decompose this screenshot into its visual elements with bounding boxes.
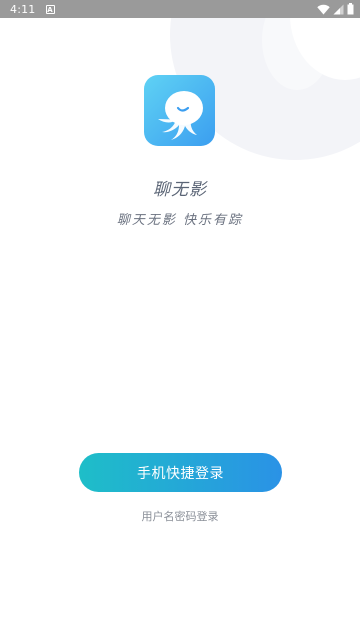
- battery-icon: [347, 3, 354, 15]
- username-password-login-link[interactable]: 用户名密码登录: [0, 508, 360, 524]
- app-name: 聊无影: [153, 180, 207, 200]
- notification-icon: A: [45, 4, 55, 14]
- status-bar: 4:11 A: [0, 0, 360, 18]
- octopus-logo-icon: [158, 91, 203, 140]
- status-time: 4:11: [10, 2, 36, 16]
- app-slogan: 聊天无影 快乐有踪: [116, 213, 244, 228]
- login-screen: 4:11 A 聊无影 聊天无影 快乐有踪 手机快捷登录 用户名密码登录: [0, 0, 360, 640]
- status-icons: [317, 3, 354, 15]
- signal-icon: [333, 4, 344, 14]
- app-logo: [144, 75, 215, 146]
- wifi-icon: [317, 4, 330, 14]
- phone-login-button[interactable]: 手机快捷登录: [79, 453, 282, 492]
